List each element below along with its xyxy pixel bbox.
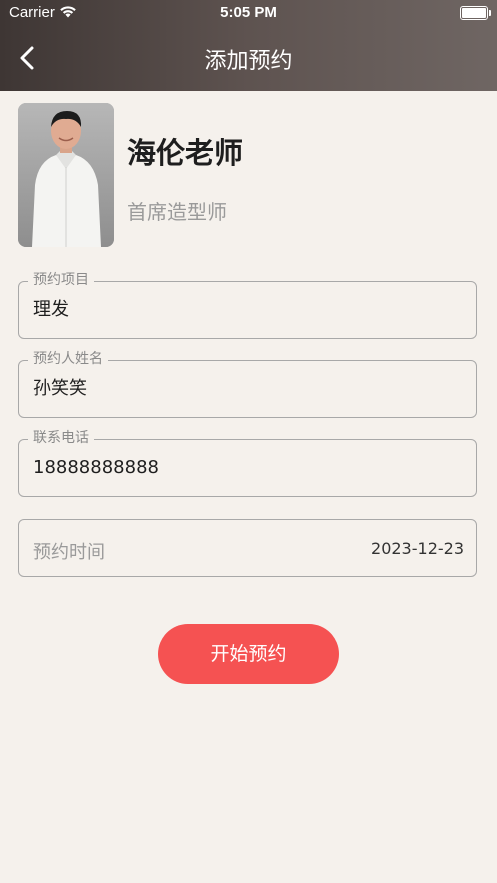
selected-date: 2023-12-23 bbox=[371, 539, 464, 558]
phone-input[interactable] bbox=[33, 457, 453, 479]
phone-field[interactable]: 联系电话 bbox=[18, 429, 477, 497]
start-booking-button[interactable]: 开始预约 bbox=[158, 624, 339, 684]
customer-name-field-label: 预约人姓名 bbox=[28, 350, 108, 368]
status-bar: Carrier 5:05 PM bbox=[0, 0, 497, 26]
phone-field-label: 联系电话 bbox=[28, 429, 94, 447]
service-field-label: 预约项目 bbox=[28, 271, 94, 289]
status-time: 5:05 PM bbox=[220, 4, 277, 21]
time-picker-field[interactable]: 预约时间 2023-12-23 bbox=[18, 519, 477, 577]
customer-name-input[interactable] bbox=[33, 378, 453, 400]
stylist-role: 首席造型师 bbox=[127, 200, 227, 224]
stylist-avatar bbox=[18, 103, 114, 247]
service-field[interactable]: 预约项目 bbox=[18, 271, 477, 339]
battery-icon bbox=[460, 6, 491, 20]
time-field-label: 预约时间 bbox=[33, 542, 105, 563]
stylist-name: 海伦老师 bbox=[127, 136, 244, 170]
service-input[interactable] bbox=[33, 299, 453, 321]
customer-name-field[interactable]: 预约人姓名 bbox=[18, 350, 477, 418]
nav-header: Carrier 5:05 PM 添加预约 bbox=[0, 0, 497, 91]
page-title: 添加预约 bbox=[204, 49, 293, 74]
